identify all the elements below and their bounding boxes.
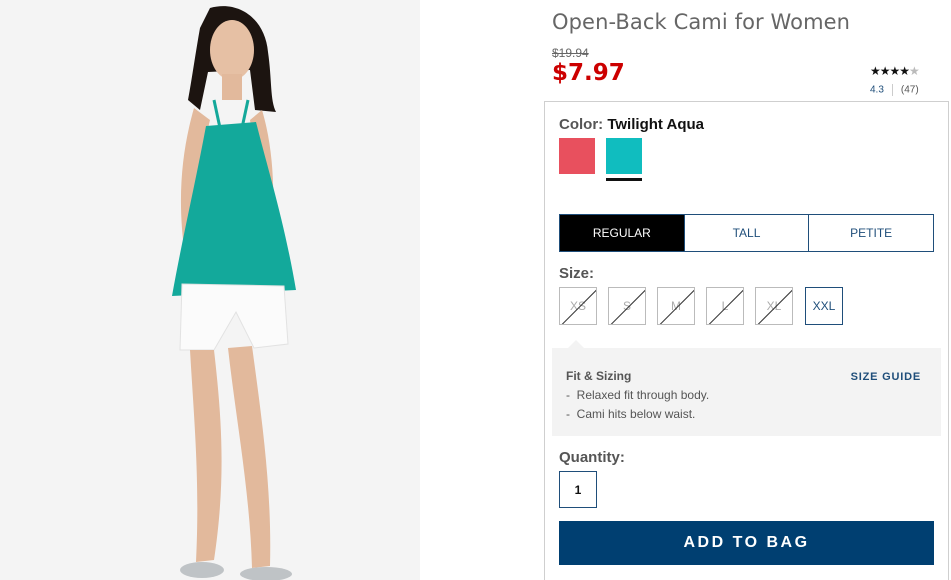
product-title: Open-Back Cami for Women bbox=[552, 10, 851, 34]
star-rating-icon: ★★★★★ bbox=[870, 64, 920, 78]
rating[interactable]: ★★★★★ 4.3 (47) bbox=[870, 64, 932, 96]
size-s-button[interactable]: S bbox=[608, 287, 646, 325]
tab-tall[interactable]: TALL bbox=[683, 215, 809, 251]
original-price: $19.94 bbox=[552, 46, 589, 60]
swatch-twilight-aqua[interactable] bbox=[606, 138, 642, 174]
review-count[interactable]: (47) bbox=[901, 85, 919, 96]
fit-line-1: - Relaxed fit through body. bbox=[566, 388, 710, 402]
selected-color: Twilight Aqua bbox=[607, 116, 704, 133]
tab-regular[interactable]: REGULAR bbox=[560, 215, 684, 251]
quantity-label: Quantity: bbox=[559, 449, 625, 466]
color-label: Color: Twilight Aqua bbox=[559, 116, 704, 133]
fit-sizing-title: Fit & Sizing bbox=[566, 369, 632, 383]
fit-line-1-text: Relaxed fit through body. bbox=[576, 388, 710, 402]
fit-tabs: REGULAR TALL PETITE bbox=[559, 214, 934, 252]
model-illustration bbox=[0, 0, 420, 580]
selected-swatch-indicator bbox=[606, 178, 642, 181]
product-image bbox=[0, 0, 420, 580]
fit-line-2-text: Cami hits below waist. bbox=[576, 407, 696, 421]
fit-sizing-box: Fit & Sizing - Relaxed fit through body.… bbox=[552, 340, 941, 436]
add-to-bag-button[interactable]: ADD TO BAG bbox=[559, 521, 934, 565]
rating-value: 4.3 bbox=[870, 84, 884, 96]
size-guide-link[interactable]: SIZE GUIDE bbox=[851, 371, 921, 383]
quantity-input[interactable]: 1 bbox=[559, 471, 597, 508]
size-xxl-button[interactable]: XXL bbox=[805, 287, 843, 325]
rating-divider bbox=[891, 84, 893, 96]
size-l-button[interactable]: L bbox=[706, 287, 744, 325]
color-label-text: Color: bbox=[559, 116, 604, 133]
fit-line-2: - Cami hits below waist. bbox=[566, 407, 696, 421]
fit-box-notch bbox=[568, 340, 584, 348]
tab-petite[interactable]: PETITE bbox=[808, 215, 933, 251]
size-m-button[interactable]: M bbox=[657, 287, 695, 325]
rating-meta: 4.3 (47) bbox=[870, 84, 932, 96]
options-panel bbox=[544, 101, 949, 580]
size-xl-button[interactable]: XL bbox=[755, 287, 793, 325]
swatch-coral[interactable] bbox=[559, 138, 595, 174]
sale-price: $7.97 bbox=[552, 60, 625, 86]
size-xs-button[interactable]: XS bbox=[559, 287, 597, 325]
size-label: Size: bbox=[559, 265, 595, 282]
